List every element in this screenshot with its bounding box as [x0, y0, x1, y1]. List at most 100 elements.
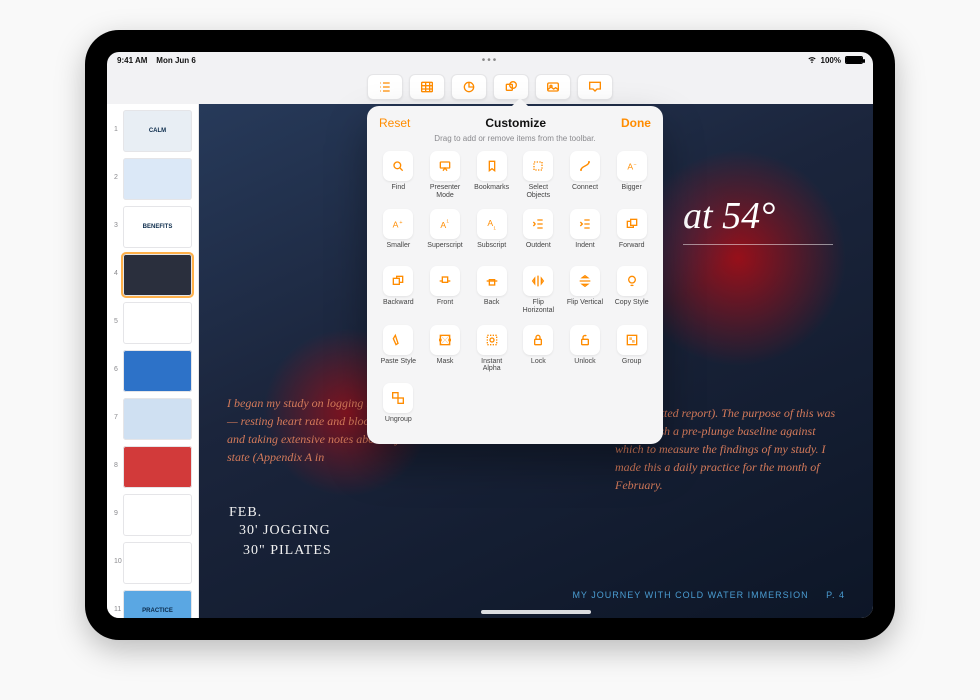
- customize-item-super[interactable]: Superscript: [426, 209, 465, 256]
- customize-item-label: Subscript: [477, 242, 506, 256]
- unlock-icon: [570, 325, 600, 355]
- customize-item-unlock[interactable]: Unlock: [566, 325, 605, 373]
- slide-number: 7: [114, 414, 118, 421]
- customize-items-grid: Find Presenter Mode BookmarksSelect Object…: [379, 151, 651, 430]
- smaller-icon: [383, 209, 413, 239]
- customize-item-presenter[interactable]: Presenter Mode: [426, 151, 465, 199]
- customize-item-label: Connect: [572, 184, 598, 198]
- customize-item-label: Flip Horizontal: [523, 299, 555, 314]
- customize-item-label: Superscript: [427, 242, 462, 256]
- customize-item-label: Forward: [619, 242, 645, 256]
- slide-thumbnail[interactable]: 1CALM: [123, 110, 192, 152]
- customize-item-smaller[interactable]: Smaller: [379, 209, 418, 256]
- customize-item-flipv[interactable]: Flip Vertical: [566, 266, 605, 314]
- customize-item-sub[interactable]: Subscript: [472, 209, 511, 256]
- customize-item-backward[interactable]: Backward: [379, 266, 418, 314]
- toolbar-outline-view-button[interactable]: [367, 74, 403, 100]
- indent-icon: [570, 209, 600, 239]
- super-icon: [430, 209, 460, 239]
- customize-item-front[interactable]: Front: [426, 266, 465, 314]
- slide-number: 4: [114, 270, 118, 277]
- slide-temperature-title: at 54°: [683, 194, 833, 245]
- front-icon: [430, 266, 460, 296]
- home-indicator[interactable]: [481, 610, 591, 614]
- handwriting-jogging: 30' JOGGING: [239, 522, 331, 540]
- toolbar-chart-button[interactable]: [451, 74, 487, 100]
- customize-item-label: Back: [484, 299, 500, 313]
- customize-item-bookmark[interactable]: Bookmarks: [472, 151, 511, 199]
- toolbar-table-button[interactable]: [409, 74, 445, 100]
- customize-item-outdent[interactable]: Outdent: [519, 209, 558, 256]
- customize-item-pastestyle[interactable]: Paste Style: [379, 325, 418, 373]
- slide-thumbnail[interactable]: 4: [123, 254, 192, 296]
- customize-item-forward[interactable]: Forward: [612, 209, 651, 256]
- flipv-icon: [570, 266, 600, 296]
- customize-item-connect[interactable]: Connect: [566, 151, 605, 199]
- customize-item-group[interactable]: Group: [612, 325, 651, 373]
- customize-item-label: Lock: [531, 358, 546, 372]
- slide-thumbnail[interactable]: 3BENEFITS: [123, 206, 192, 248]
- popover-title: Customize: [485, 116, 546, 130]
- slide-number: 10: [114, 558, 122, 565]
- search-icon: [383, 151, 413, 181]
- handwriting-feb: FEB.: [229, 504, 262, 522]
- toolbar-media-button[interactable]: [535, 74, 571, 100]
- slide-thumbnail[interactable]: 6: [123, 350, 192, 392]
- customize-item-lock[interactable]: Lock: [519, 325, 558, 373]
- customize-item-label: Instant Alpha: [481, 358, 502, 373]
- lock-icon: [523, 325, 553, 355]
- slide-thumbnail[interactable]: 10: [123, 542, 192, 584]
- status-date: Mon Jun 6: [156, 56, 196, 65]
- customize-item-label: Copy Style: [615, 299, 649, 313]
- toolbar-comment-button[interactable]: [577, 74, 613, 100]
- slide-thumbnail[interactable]: 9: [123, 494, 192, 536]
- customize-item-alpha[interactable]: Instant Alpha: [472, 325, 511, 373]
- customize-item-label: Front: [437, 299, 453, 313]
- customize-item-back[interactable]: Back: [472, 266, 511, 314]
- copystyle-icon: [617, 266, 647, 296]
- reset-button[interactable]: Reset: [379, 116, 410, 130]
- customize-item-label: Unlock: [574, 358, 595, 372]
- slide-number: 5: [114, 318, 118, 325]
- bookmark-icon: [477, 151, 507, 181]
- customize-item-bigger[interactable]: Bigger: [612, 151, 651, 199]
- sub-icon: [477, 209, 507, 239]
- customize-item-indent[interactable]: Indent: [566, 209, 605, 256]
- customize-item-label: Bigger: [622, 184, 642, 198]
- customize-item-ungroup[interactable]: Ungroup: [379, 383, 418, 430]
- slide-thumbnail[interactable]: 7: [123, 398, 192, 440]
- customize-item-label: Ungroup: [385, 416, 412, 430]
- customize-item-label: Backward: [383, 299, 414, 313]
- customize-item-label: Mask: [437, 358, 454, 372]
- slide-navigator[interactable]: 1CALM23BENEFITS4567891011PRACTICE +: [107, 104, 199, 618]
- customize-item-mask[interactable]: Mask: [426, 325, 465, 373]
- slide-thumbnail[interactable]: 8: [123, 446, 192, 488]
- customize-item-label: Smaller: [386, 242, 410, 256]
- slide-number: 1: [114, 126, 118, 133]
- customize-item-select[interactable]: Select Objects: [519, 151, 558, 199]
- wifi-icon: [807, 54, 817, 66]
- slide-thumbnail[interactable]: 5: [123, 302, 192, 344]
- slide-thumbnail[interactable]: 11PRACTICE: [123, 590, 192, 618]
- fliph-icon: [523, 266, 553, 296]
- slide-thumbnail[interactable]: 2: [123, 158, 192, 200]
- forward-icon: [617, 209, 647, 239]
- toolbar-shapes-button[interactable]: [493, 74, 529, 100]
- ungroup-icon: [383, 383, 413, 413]
- customize-item-label: Flip Vertical: [567, 299, 603, 313]
- customize-item-copystyle[interactable]: Copy Style: [612, 266, 651, 314]
- screen: 9:41 AM Mon Jun 6 100% ••• 1CA: [107, 52, 873, 618]
- mask-icon: [430, 325, 460, 355]
- battery-percent: 100%: [821, 56, 841, 65]
- customize-item-label: Presenter Mode: [430, 184, 460, 199]
- customize-item-label: Group: [622, 358, 641, 372]
- toolbar: [107, 74, 873, 100]
- back-icon: [477, 266, 507, 296]
- customize-item-fliph[interactable]: Flip Horizontal: [519, 266, 558, 314]
- customize-item-search[interactable]: Find: [379, 151, 418, 199]
- slide-footer: MY JOURNEY WITH COLD WATER IMMERSION P. …: [572, 590, 845, 600]
- done-button[interactable]: Done: [621, 116, 651, 130]
- outdent-icon: [523, 209, 553, 239]
- multitask-dots-icon[interactable]: •••: [482, 55, 499, 66]
- ipad-device-frame: 9:41 AM Mon Jun 6 100% ••• 1CA: [85, 30, 895, 640]
